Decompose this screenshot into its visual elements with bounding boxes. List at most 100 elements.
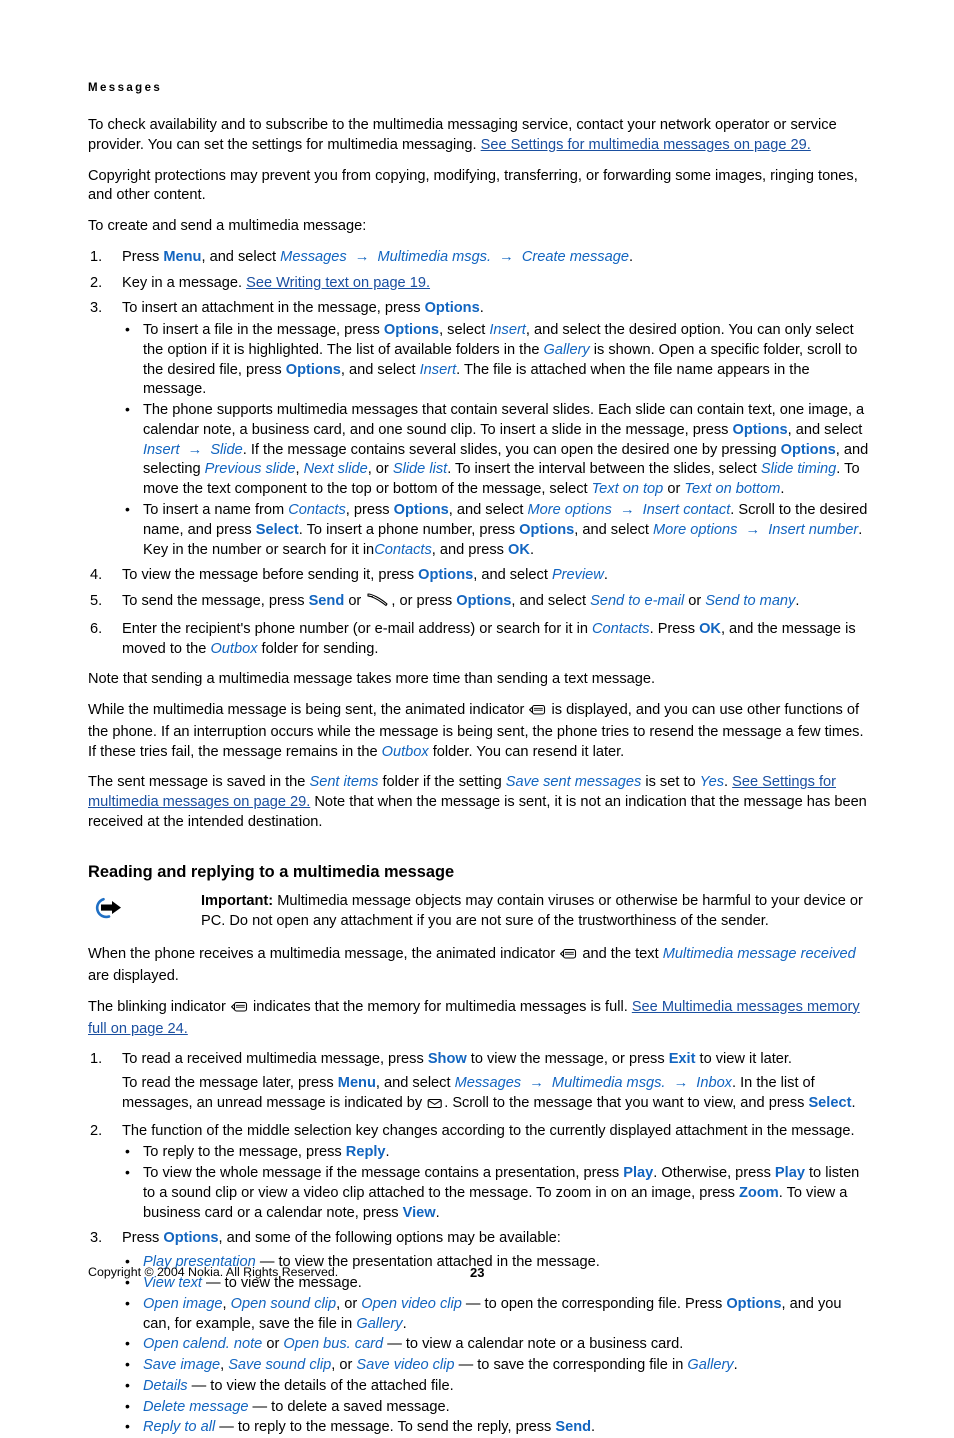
reading-steps: To read a received multimedia message, p… bbox=[88, 1050, 870, 1438]
envelope-indicator-icon bbox=[231, 1000, 248, 1020]
bullet-insert-name: To insert a name from Contacts, press Op… bbox=[122, 500, 870, 560]
menu-text-on-bottom: Text on bottom bbox=[684, 481, 781, 498]
key-zoom: Zoom bbox=[738, 1184, 779, 1201]
paragraph-receives-message: When the phone receives a multimedia mes… bbox=[88, 945, 870, 987]
while-a: While the multimedia message is being se… bbox=[88, 702, 529, 719]
option-desc: — to view a calendar note or a business … bbox=[383, 1336, 684, 1353]
menu-send-to-many: Send to many bbox=[705, 593, 796, 610]
r1s-t2: , and select bbox=[375, 1075, 455, 1092]
bullet-slides: The phone supports multimedia messages t… bbox=[122, 400, 870, 500]
step6-t1: Enter the recipient's phone number (or e… bbox=[122, 620, 592, 637]
arrow-icon: → bbox=[354, 248, 370, 265]
menu-previous-slide: Previous slide bbox=[204, 461, 296, 478]
arrow-icon: → bbox=[187, 441, 203, 458]
key-ok: OK bbox=[508, 541, 530, 558]
b3-t3: , and select bbox=[448, 502, 528, 519]
option-name-3: Save video clip bbox=[356, 1357, 455, 1374]
option-name-2: Open sound clip bbox=[230, 1295, 337, 1312]
recv-b: and the text bbox=[578, 946, 663, 963]
step-4: To view the message before sending it, p… bbox=[88, 566, 870, 586]
important-label: Important: bbox=[201, 892, 274, 909]
bullet-reply: To reply to the message, press Reply. bbox=[122, 1142, 870, 1163]
arrow-icon: → bbox=[529, 1075, 544, 1092]
b3-t6: , and select bbox=[574, 521, 653, 538]
menu-more-options: More options bbox=[653, 521, 738, 538]
step-5: To send the message, press Send or , or … bbox=[88, 592, 870, 614]
saved-a: The sent message is saved in the bbox=[88, 774, 310, 791]
option-desc: — to save the corresponding file in bbox=[454, 1357, 688, 1374]
menu-send-to-email: Send to e-mail bbox=[590, 593, 685, 610]
key-options: Options bbox=[393, 502, 449, 519]
intro-paragraph-2: Copyright protections may prevent you fr… bbox=[88, 167, 858, 204]
option-delete-message: Delete message — to delete a saved messa… bbox=[122, 1397, 870, 1418]
option-name: Reply to all bbox=[143, 1419, 216, 1436]
step3-bullets: To insert a file in the message, press O… bbox=[122, 320, 870, 560]
menu-messages: Messages bbox=[280, 248, 347, 265]
option-desc-3: . bbox=[402, 1315, 407, 1332]
r2b1-t2: . bbox=[385, 1144, 390, 1161]
b1-t1: To insert a file in the message, press bbox=[143, 322, 384, 339]
r1s-t1: To read the message later, press bbox=[122, 1075, 338, 1092]
b2-t9: or bbox=[663, 481, 685, 498]
bullet-play-view: To view the whole message if the message… bbox=[122, 1163, 870, 1223]
key-play: Play bbox=[623, 1165, 654, 1182]
menu-slide: Slide bbox=[210, 441, 243, 458]
value-yes: Yes bbox=[699, 774, 725, 791]
option-name-2: Open bus. card bbox=[283, 1336, 384, 1353]
important-note: Important: Multimedia message objects ma… bbox=[88, 892, 870, 932]
sep: or bbox=[262, 1336, 284, 1353]
step5-t3: , or press bbox=[391, 593, 457, 610]
menu-insert: Insert bbox=[143, 441, 180, 458]
menu-sent-items: Sent items bbox=[309, 774, 379, 791]
arrow-icon: → bbox=[499, 248, 514, 265]
section-heading-reading-replying: Reading and replying to a multimedia mes… bbox=[88, 862, 455, 881]
key-show: Show bbox=[427, 1051, 467, 1068]
step5-t5: or bbox=[684, 593, 706, 610]
option-desc-2: . bbox=[591, 1419, 596, 1436]
b3-t1: To insert a name from bbox=[143, 502, 289, 519]
menu-next-slide: Next slide bbox=[303, 461, 368, 478]
link-writing-text-19[interactable]: See Writing text on page 19. bbox=[246, 275, 430, 291]
step-1: Press Menu, and select Messages → Multim… bbox=[88, 248, 870, 268]
note-sending-time: Note that sending a multimedia message t… bbox=[88, 671, 656, 688]
option-reply-to-all: Reply to all — to reply to the message. … bbox=[122, 1417, 870, 1438]
blink-a: The blinking indicator bbox=[88, 998, 230, 1015]
sep: , bbox=[222, 1295, 231, 1312]
r1-t3: to view it later. bbox=[695, 1051, 792, 1068]
b3-t9: . bbox=[529, 541, 534, 558]
b3-t8: , and press bbox=[431, 541, 509, 558]
b3-t5: . To insert a phone number, press bbox=[298, 521, 520, 538]
option-name: Open calend. note bbox=[143, 1336, 263, 1353]
paragraph-sent-saved: The sent message is saved in the Sent it… bbox=[88, 773, 870, 832]
key-options: Options bbox=[780, 441, 836, 458]
menu-gallery: Gallery bbox=[687, 1357, 734, 1374]
menu-outbox: Outbox bbox=[210, 640, 258, 657]
option-desc-2: . bbox=[733, 1357, 738, 1374]
menu-outbox: Outbox bbox=[381, 743, 429, 760]
menu-contacts: Contacts bbox=[288, 502, 346, 519]
menu-insert: Insert bbox=[489, 322, 526, 339]
saved-d: . bbox=[724, 774, 733, 791]
key-send: Send bbox=[555, 1419, 592, 1436]
envelope-indicator-icon bbox=[529, 703, 546, 723]
recv-a: When the phone receives a multimedia mes… bbox=[88, 946, 560, 963]
key-options: Options bbox=[726, 1295, 782, 1312]
envelope-indicator-icon bbox=[560, 947, 577, 967]
chapter-header: Messages bbox=[88, 82, 163, 94]
option-name-3: Open video clip bbox=[361, 1295, 462, 1312]
step5-t1: To send the message, press bbox=[122, 593, 309, 610]
create-send-steps: Press Menu, and select Messages → Multim… bbox=[88, 248, 870, 660]
blink-b: indicates that the memory for multimedia… bbox=[248, 998, 632, 1015]
intro-paragraph-3: To create and send a multimedia message: bbox=[88, 218, 367, 235]
copyright-text: Copyright © 2004 Nokia. All Rights Reser… bbox=[88, 1265, 339, 1279]
step-2: Key in a message. See Writing text on pa… bbox=[88, 274, 870, 294]
key-menu: Menu bbox=[163, 248, 202, 265]
option-details: Details — to view the details of the att… bbox=[122, 1376, 870, 1397]
r1s-t4: . Scroll to the message that you want to… bbox=[444, 1094, 809, 1111]
sep: , or bbox=[336, 1295, 362, 1312]
link-settings-mms-29[interactable]: See Settings for multimedia messages on … bbox=[481, 137, 811, 153]
r2b1-t1: To reply to the message, press bbox=[143, 1144, 346, 1161]
step5-t6: . bbox=[795, 593, 800, 610]
important-note-body: Important: Multimedia message objects ma… bbox=[134, 892, 870, 932]
step-3: To insert an attachment in the message, … bbox=[88, 299, 870, 560]
